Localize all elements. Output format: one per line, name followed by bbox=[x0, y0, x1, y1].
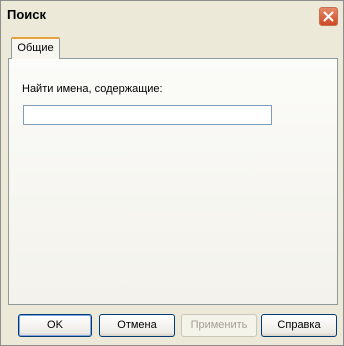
cancel-button[interactable]: Отмена bbox=[99, 314, 175, 337]
tab-general[interactable]: Общие bbox=[11, 37, 60, 59]
dialog-window: Поиск Общие Найти имена, содержащие: OK … bbox=[0, 0, 344, 346]
close-icon bbox=[323, 11, 334, 22]
ok-button[interactable]: OK bbox=[18, 314, 92, 337]
close-button[interactable] bbox=[319, 7, 338, 26]
window-title: Поиск bbox=[7, 7, 47, 22]
apply-button[interactable]: Применить bbox=[181, 314, 257, 337]
tab-panel bbox=[8, 58, 338, 305]
tab-general-label: Общие bbox=[17, 42, 54, 54]
help-button[interactable]: Справка bbox=[261, 314, 337, 337]
search-input[interactable] bbox=[23, 105, 272, 125]
title-bar[interactable]: Поиск bbox=[1, 1, 343, 29]
search-label: Найти имена, содержащие: bbox=[22, 83, 163, 95]
